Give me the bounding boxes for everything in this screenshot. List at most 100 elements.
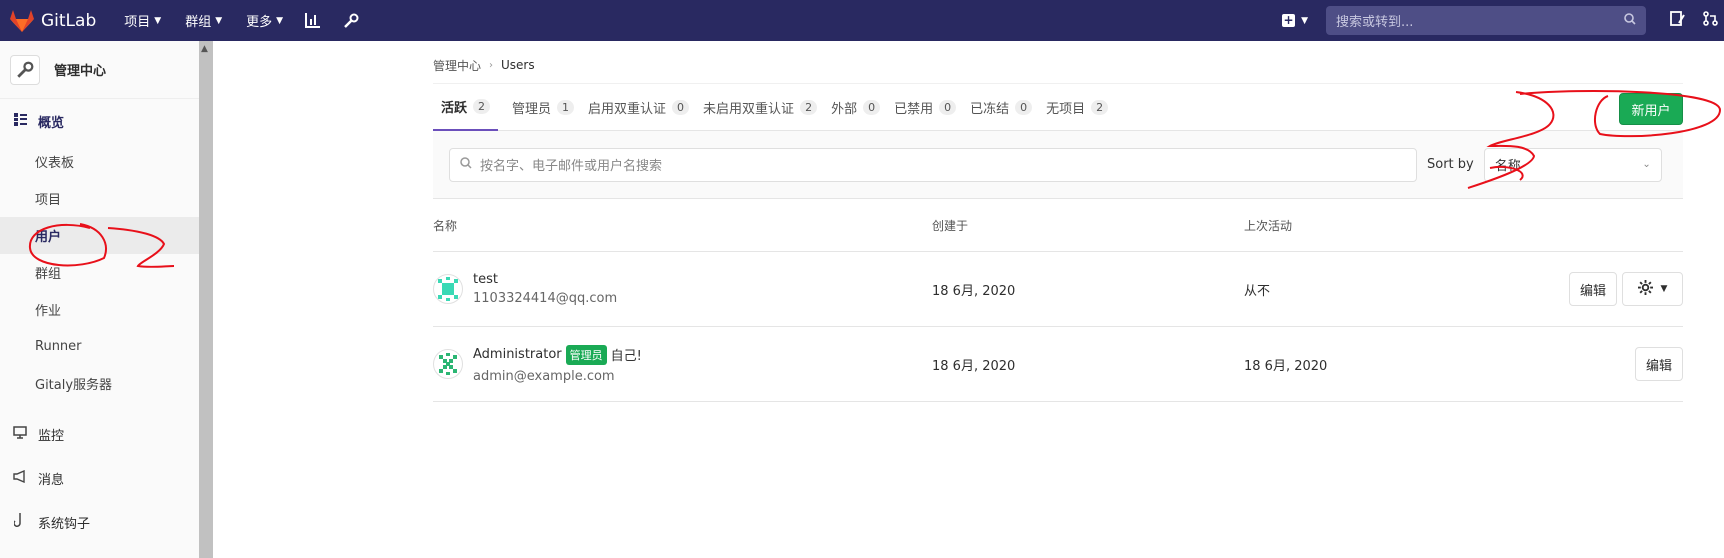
tab-label: 无项目 bbox=[1046, 101, 1086, 117]
admin-badge: 管理员 bbox=[565, 344, 607, 365]
column-header-last-activity: 上次活动 bbox=[1244, 218, 1293, 233]
gear-icon bbox=[1637, 279, 1653, 299]
tab-label: 已冻结 bbox=[970, 101, 1010, 117]
sidebar-header[interactable]: 管理中心 bbox=[0, 41, 199, 99]
chevron-down-icon: ▼ bbox=[276, 15, 284, 26]
user-name-link[interactable]: test bbox=[473, 272, 617, 287]
breadcrumb-separator-icon: › bbox=[489, 59, 494, 71]
tab-2fa-disabled[interactable]: 未启用双重认证 2 bbox=[703, 83, 818, 131]
user-email: admin@example.com bbox=[473, 368, 615, 384]
user-cell: test 1103324414@qq.com bbox=[433, 272, 932, 306]
tab-blocked[interactable]: 已禁用 0 bbox=[894, 83, 957, 131]
tab-count-badge: 0 bbox=[939, 99, 957, 115]
user-filter-tabs: 活跃 2 管理员 1 启用双重认证 0 未启用双重认证 2 外部 0 已禁用 0 已冻结 0 … bbox=[433, 83, 1683, 131]
sidebar-item-label: 作业 bbox=[35, 304, 62, 319]
plus-icon: + bbox=[1282, 13, 1296, 27]
user-search-input[interactable]: 按名字、电子邮件或用户名搜索 bbox=[449, 147, 1417, 182]
sort-label: Sort by bbox=[1427, 157, 1474, 172]
sidebar-item-label: 项目 bbox=[35, 193, 62, 208]
avatar[interactable] bbox=[433, 274, 463, 304]
merge-request-icon[interactable] bbox=[1703, 11, 1718, 30]
breadcrumb-admin-link[interactable]: 管理中心 bbox=[433, 57, 481, 74]
tab-external[interactable]: 外部 0 bbox=[831, 83, 881, 131]
avatar[interactable] bbox=[433, 349, 463, 379]
tab-2fa-enabled[interactable]: 启用双重认证 0 bbox=[588, 83, 690, 131]
tab-deactivated[interactable]: 已冻结 0 bbox=[970, 83, 1033, 131]
edit-user-button[interactable]: 编辑 bbox=[1634, 347, 1683, 381]
column-header-name: 名称 bbox=[433, 218, 458, 233]
tab-label: 已禁用 bbox=[894, 101, 934, 117]
sidebar-item-system-hooks[interactable]: 系统钩子 bbox=[0, 500, 199, 544]
column-header-created: 创建于 bbox=[932, 218, 969, 233]
tab-label: 活跃 bbox=[441, 100, 468, 116]
nav-groups-label: 群组 bbox=[185, 15, 212, 30]
gitlab-logo[interactable]: GitLab bbox=[10, 9, 97, 32]
sidebar-item-label: 仪表板 bbox=[35, 156, 75, 171]
user-last-activity: 18 6月, 2020 bbox=[1244, 358, 1328, 374]
sidebar-item-label: Gitaly服务器 bbox=[35, 378, 113, 393]
sidebar-item-projects[interactable]: 项目 bbox=[0, 180, 199, 217]
wrench-icon bbox=[10, 54, 40, 85]
row-actions: 编辑 ▼ bbox=[1568, 272, 1683, 306]
activity-chart-icon[interactable] bbox=[305, 13, 321, 28]
new-dropdown-button[interactable]: + ▼ bbox=[1282, 14, 1308, 27]
scroll-up-arrow-icon[interactable]: ▲ bbox=[201, 44, 208, 54]
sidebar-item-messages-label: 消息 bbox=[38, 472, 65, 488]
admin-wrench-icon[interactable] bbox=[343, 13, 359, 29]
breadcrumb-current: Users bbox=[501, 58, 535, 72]
tab-label: 外部 bbox=[831, 101, 858, 117]
sidebar-item-gitaly[interactable]: Gitaly服务器 bbox=[0, 365, 199, 402]
todo-icon[interactable] bbox=[1670, 11, 1685, 30]
user-last-activity: 从不 bbox=[1244, 283, 1271, 299]
tab-count-badge: 2 bbox=[1091, 99, 1109, 115]
breadcrumb: 管理中心 › Users bbox=[433, 41, 1683, 83]
sort-dropdown[interactable]: 名称 ⌄ bbox=[1483, 147, 1662, 182]
user-cell: Administrator 管理员 自己! admin@example.com bbox=[433, 344, 932, 384]
tab-active[interactable]: 活跃 2 bbox=[433, 83, 499, 131]
tab-label: 未启用双重认证 bbox=[703, 101, 795, 117]
tab-without-projects[interactable]: 无项目 2 bbox=[1046, 83, 1109, 131]
sidebar-item-dashboard[interactable]: 仪表板 bbox=[0, 143, 199, 180]
nav-groups[interactable]: 群组 ▼ bbox=[185, 11, 222, 30]
sidebar-item-jobs[interactable]: 作业 bbox=[0, 291, 199, 328]
new-user-button[interactable]: 新用户 bbox=[1619, 93, 1683, 125]
chevron-down-icon: ⌄ bbox=[1642, 159, 1651, 170]
sidebar-item-monitoring[interactable]: 监控 bbox=[0, 412, 199, 456]
brand-name: GitLab bbox=[41, 10, 97, 31]
edit-user-button[interactable]: 编辑 bbox=[1568, 272, 1617, 306]
tab-count-badge: 0 bbox=[672, 99, 690, 115]
nav-projects[interactable]: 项目 ▼ bbox=[124, 11, 161, 30]
user-settings-dropdown[interactable]: ▼ bbox=[1622, 272, 1683, 306]
sidebar-item-users[interactable]: 用户 bbox=[0, 217, 199, 254]
tab-label: 启用双重认证 bbox=[588, 101, 667, 117]
its-you-label: 自己! bbox=[610, 349, 642, 364]
sidebar-item-groups[interactable]: 群组 bbox=[0, 254, 199, 291]
global-search-input[interactable]: 搜索或转到... bbox=[1326, 6, 1646, 35]
user-created-date: 18 6月, 2020 bbox=[932, 283, 1016, 299]
tanuki-icon bbox=[10, 9, 34, 32]
sidebar-scrollbar[interactable] bbox=[199, 41, 213, 558]
chevron-down-icon: ▼ bbox=[1301, 15, 1308, 26]
tab-count-badge: 0 bbox=[1015, 99, 1033, 115]
nav-more[interactable]: 更多 ▼ bbox=[246, 11, 283, 30]
sidebar-item-label: 群组 bbox=[35, 267, 62, 282]
tab-count-badge: 2 bbox=[800, 99, 818, 115]
user-name-link[interactable]: Administrator bbox=[473, 347, 562, 362]
tab-count-badge: 0 bbox=[863, 99, 881, 115]
sidebar-item-overview-label: 概览 bbox=[38, 115, 65, 131]
search-icon bbox=[460, 156, 472, 173]
sidebar-item-messages[interactable]: 消息 bbox=[0, 456, 199, 500]
overview-grid-icon bbox=[12, 112, 28, 130]
tab-label: 管理员 bbox=[512, 101, 552, 117]
nav-more-label: 更多 bbox=[246, 15, 273, 30]
tab-admins[interactable]: 管理员 1 bbox=[512, 83, 575, 131]
sidebar-item-runners[interactable]: Runner bbox=[0, 328, 199, 365]
row-actions: 编辑 bbox=[1634, 347, 1683, 381]
sidebar-title: 管理中心 bbox=[54, 64, 107, 79]
sidebar-item-overview[interactable]: 概览 bbox=[0, 99, 199, 143]
sidebar-item-label: Runner bbox=[35, 339, 82, 354]
top-navbar: GitLab 项目 ▼ 群组 ▼ 更多 ▼ + ▼ 搜索或转到... bbox=[0, 0, 1724, 41]
user-info: test 1103324414@qq.com bbox=[473, 272, 617, 306]
user-name-line: Administrator 管理员 自己! bbox=[473, 344, 642, 365]
